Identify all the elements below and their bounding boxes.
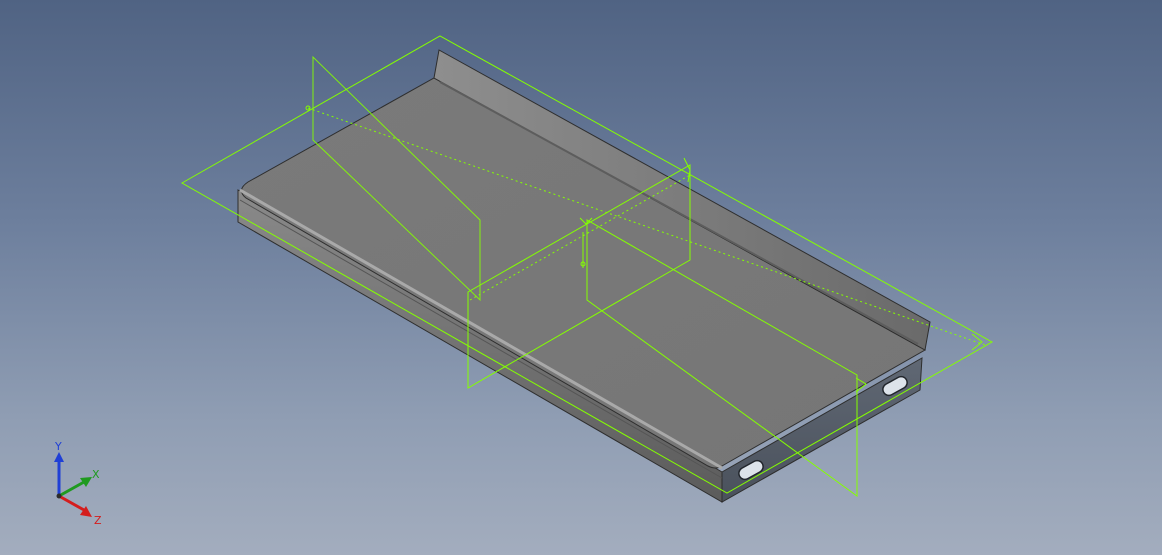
sheet-metal-part[interactable] [237, 49, 931, 503]
triad-origin [56, 493, 62, 499]
x-axis-label: X [92, 468, 100, 481]
x-axis-arrow [58, 480, 85, 498]
plane-handle-right[interactable] [971, 333, 983, 351]
model-view[interactable] [0, 0, 1162, 555]
graphics-viewport[interactable]: Y X Z [0, 0, 1162, 555]
y-axis-head [54, 452, 64, 462]
z-axis-label: Z [94, 514, 102, 527]
reference-planes[interactable] [180, 35, 994, 497]
y-axis-label: Y [54, 440, 62, 453]
z-axis-arrow [58, 494, 85, 512]
coordinate-triad: Y X Z [54, 440, 102, 527]
